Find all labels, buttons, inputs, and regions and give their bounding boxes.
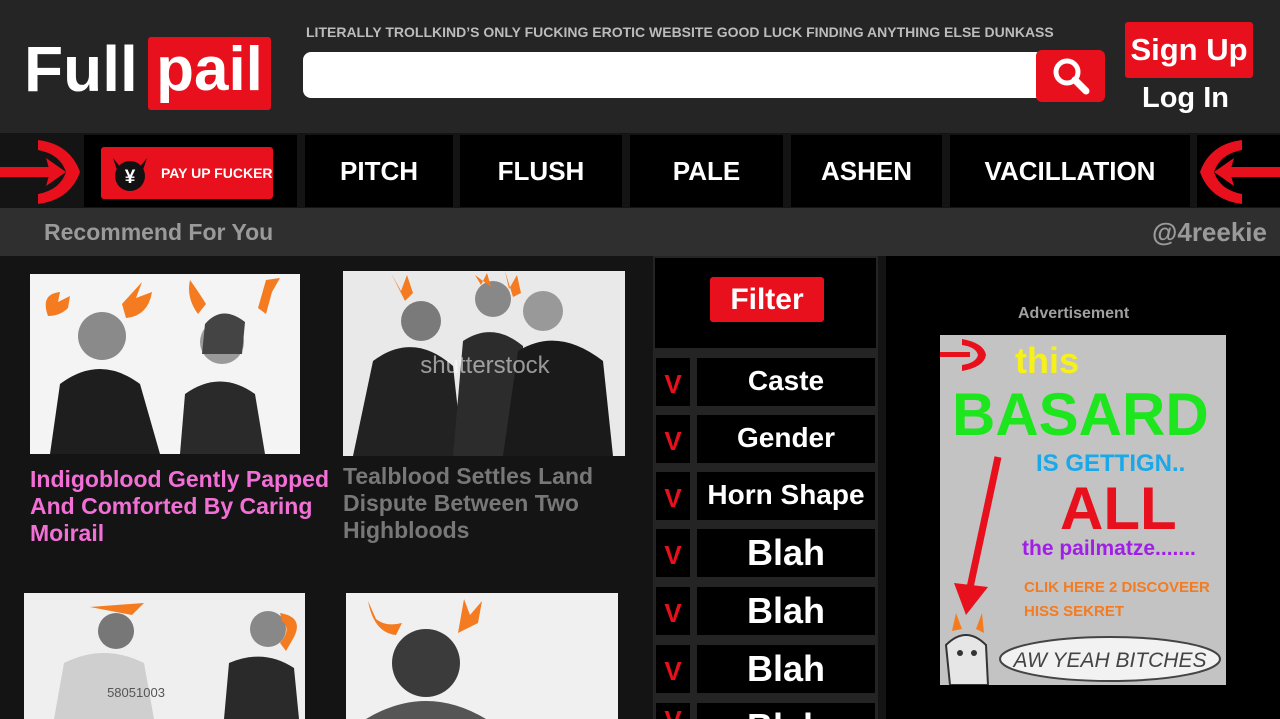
card-image[interactable] [346, 593, 618, 719]
filter-toggle-horn-shape[interactable]: V [656, 472, 690, 520]
filter-toggle-blah[interactable]: V [656, 703, 690, 719]
ad-line6: CLIK HERE 2 DISCOVEER [1024, 579, 1210, 596]
card-title[interactable]: Indigoblood Gently Papped And Comforted … [30, 466, 330, 547]
devil-coin-icon: ¥ [113, 158, 147, 191]
nav-flush[interactable]: FLUSH [460, 135, 622, 207]
photo-placeholder: 58051003 [24, 593, 305, 719]
ad-label: Advertisement [1018, 305, 1130, 322]
payup-label: PAY UP FUCKER [161, 165, 273, 181]
filter-option-blah[interactable]: Blah [697, 703, 875, 719]
ad-line7: HISS SEKRET [1024, 603, 1124, 620]
filter-option-caste[interactable]: Caste [697, 358, 875, 406]
ad-line2: BASARD [952, 381, 1209, 448]
watermark-text: shutterstock [420, 352, 550, 379]
login-link[interactable]: Log In [1142, 82, 1229, 115]
filter-option-gender[interactable]: Gender [697, 415, 875, 463]
ad-line1: this [1015, 340, 1079, 381]
search-input[interactable] [303, 52, 1039, 98]
nav-ashen[interactable]: ASHEN [791, 135, 942, 207]
card-image[interactable]: shutterstock [343, 271, 625, 456]
photo-placeholder [346, 593, 618, 719]
ad-line3: IS GETTIGN.. [1036, 450, 1185, 477]
filter-toggle-blah[interactable]: V [656, 645, 690, 693]
search-icon [1053, 58, 1089, 95]
filter-toggle-gender[interactable]: V [656, 415, 690, 463]
filter-toggle-caste[interactable]: V [656, 358, 690, 406]
ad-artwork: this BASARD IS GETTIGN.. ALL the pailmat… [940, 335, 1226, 685]
ad-speech-bubble: AW YEAH BITCHES [1012, 649, 1207, 672]
nav-vacillation[interactable]: VACILLATION [950, 135, 1190, 207]
filter-option-blah[interactable]: Blah [697, 529, 875, 577]
logo-text-full[interactable]: Full [24, 34, 138, 104]
ad-line5: the pailmatze....... [1022, 537, 1196, 560]
recommend-user-link[interactable]: @4reekie [1152, 217, 1267, 248]
site-tagline: LITERALLY TROLLKIND’S ONLY FUCKING EROTI… [306, 24, 1054, 40]
logo-text-pail[interactable]: pail [148, 37, 271, 110]
filter-button[interactable]: Filter [710, 277, 824, 322]
card-title[interactable]: Tealblood Settles Land Dispute Between T… [343, 463, 643, 544]
trident-left-icon [0, 140, 80, 204]
ad-line4: ALL [1060, 475, 1177, 542]
nav-pitch[interactable]: PITCH [305, 135, 453, 207]
recommend-title: Recommend For You [44, 219, 274, 245]
card-image[interactable] [30, 274, 300, 454]
svg-text:¥: ¥ [125, 167, 136, 188]
watermark-text: 58051003 [107, 685, 165, 700]
filter-toggle-blah[interactable]: V [656, 529, 690, 577]
filter-toggle-blah[interactable]: V [656, 587, 690, 635]
filter-option-horn-shape[interactable]: Horn Shape [697, 472, 875, 520]
filter-option-blah[interactable]: Blah [697, 587, 875, 635]
filter-option-blah[interactable]: Blah [697, 645, 875, 693]
photo-placeholder: shutterstock [343, 271, 625, 456]
payup-button[interactable]: ¥ PAY UP FUCKER [101, 147, 273, 199]
card-image[interactable]: 58051003 [24, 593, 305, 719]
trident-right-icon [1200, 140, 1280, 204]
photo-placeholder [30, 274, 300, 454]
ad-banner[interactable]: this BASARD IS GETTIGN.. ALL the pailmat… [940, 335, 1226, 685]
search-button[interactable] [1036, 50, 1105, 102]
signup-button[interactable]: Sign Up [1125, 22, 1253, 78]
nav-pale[interactable]: PALE [630, 135, 783, 207]
